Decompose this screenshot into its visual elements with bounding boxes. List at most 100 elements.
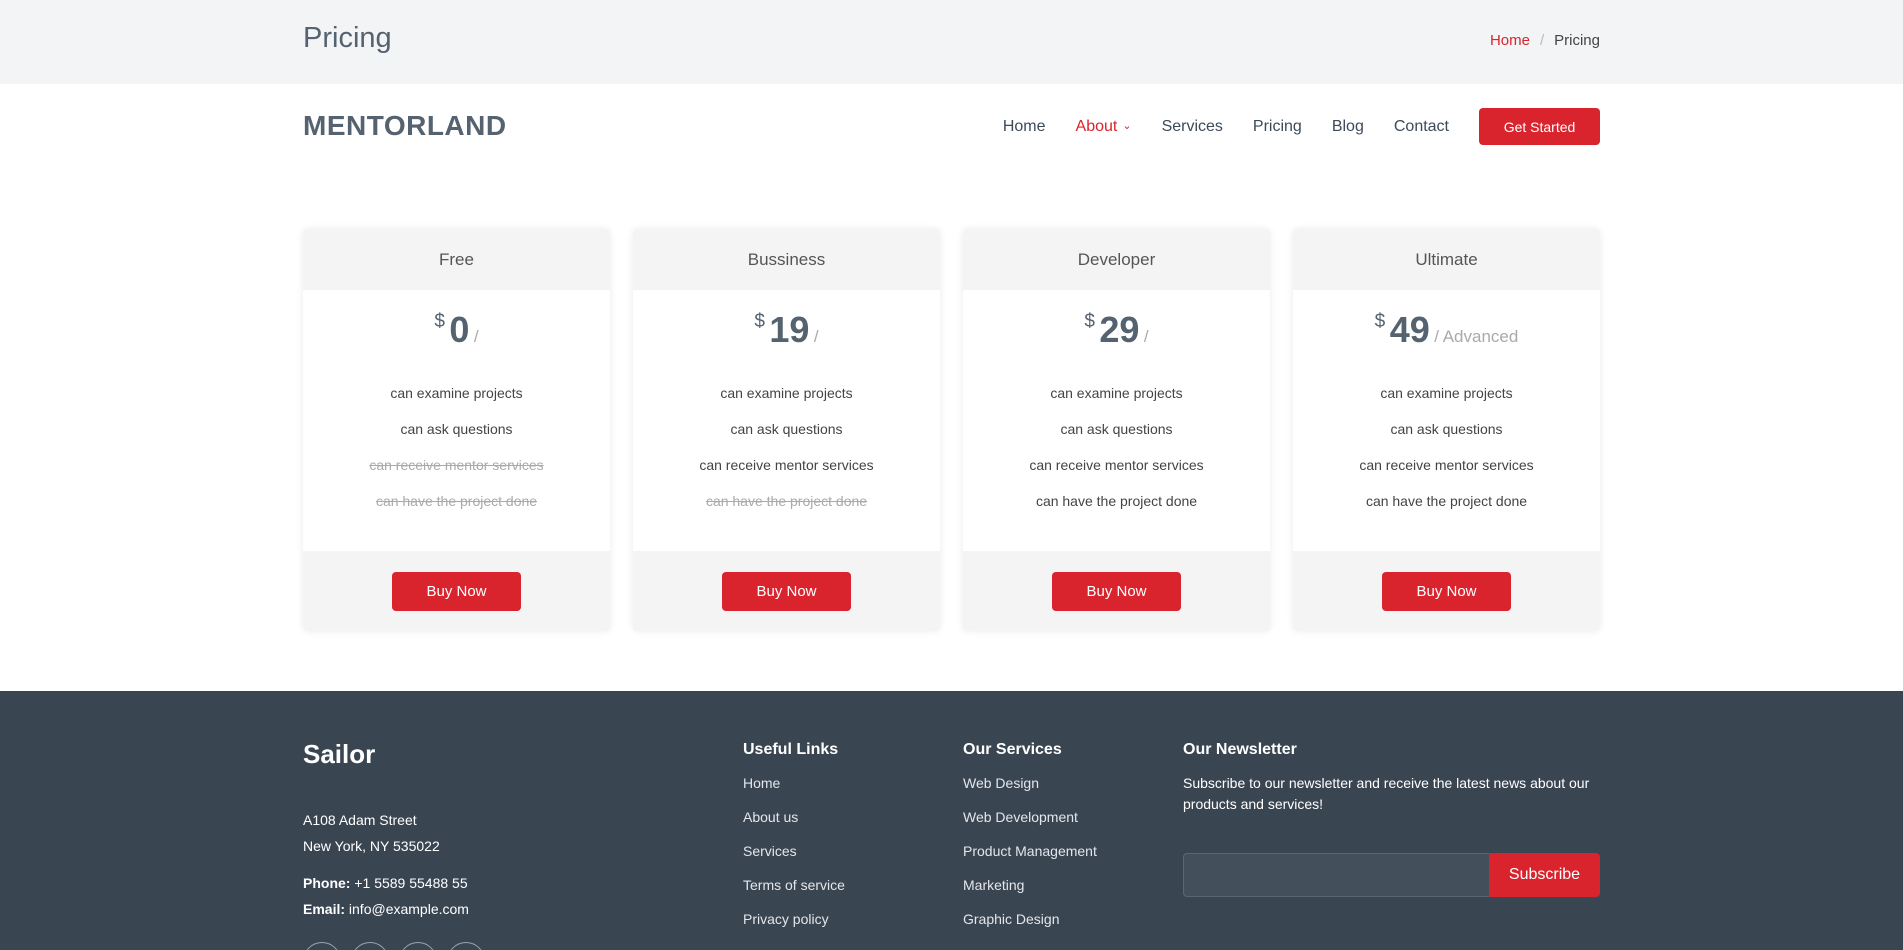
footer-contact: Phone: +1 5589 55488 55 Email: info@exam… (303, 870, 469, 922)
plan-name: Bussiness (633, 229, 940, 290)
footer-link[interactable]: Services (743, 841, 845, 875)
feature-item-unavailable: can receive mentor services (369, 457, 544, 473)
useful-links: Useful Links Home About us Services Term… (743, 741, 845, 943)
feature-list: can examine projects can ask questions c… (303, 375, 610, 519)
newsletter-text: Subscribe to our newsletter and receive … (1183, 775, 1590, 812)
price-currency: $ (1374, 311, 1386, 332)
price-currency: $ (1084, 311, 1095, 332)
plan-name: Free (303, 229, 610, 290)
price-currency: $ (434, 311, 445, 332)
footer-link[interactable]: Privacy policy (743, 909, 845, 943)
footer-link[interactable]: Terms of service (743, 875, 845, 909)
newsletter-email-input[interactable] (1183, 853, 1489, 897)
address-line: A108 Adam Street (303, 812, 417, 828)
nav-about[interactable]: About ⌄ (1076, 118, 1132, 136)
useful-links-list: Home About us Services Terms of service … (743, 773, 845, 943)
address-line: New York, NY 535022 (303, 838, 440, 854)
nav-home[interactable]: Home (1003, 118, 1046, 136)
feature-list: can examine projects can ask questions c… (1293, 375, 1600, 519)
card-footer: Buy Now (1293, 551, 1600, 631)
price-period: / (813, 327, 819, 346)
nav-pricing[interactable]: Pricing (1253, 118, 1302, 136)
nav-services[interactable]: Services (1162, 118, 1223, 136)
price-period: / (473, 327, 479, 346)
plan-price: $ 0 / (303, 309, 610, 351)
services-list: Web Design Web Development Product Manag… (963, 773, 1097, 943)
footer-link[interactable]: About us (743, 807, 845, 841)
price-amount: 0 (449, 309, 470, 350)
linkedin-icon[interactable]: in (447, 942, 485, 950)
our-services: Our Services Web Design Web Development … (963, 741, 1097, 943)
feature-item-unavailable: can have the project done (375, 493, 538, 509)
feature-item: can examine projects (1050, 385, 1183, 401)
pricing-card-free: Free $ 0 / can examine projects can ask … (303, 229, 610, 631)
subscribe-button[interactable]: Subscribe (1489, 853, 1600, 897)
feature-item: can examine projects (390, 385, 523, 401)
service-link[interactable]: Web Development (963, 807, 1097, 841)
pricing-card-ultimate: Ultimate $ 49 / Advanced can examine pro… (1293, 229, 1600, 631)
card-footer: Buy Now (633, 551, 940, 631)
phone-row: Phone: +1 5589 55488 55 (303, 870, 469, 896)
page-title: Pricing (303, 22, 392, 54)
breadcrumb-current: Pricing (1554, 32, 1600, 49)
buy-now-button[interactable]: Buy Now (722, 571, 851, 611)
service-link[interactable]: Product Management (963, 841, 1097, 875)
feature-item: can ask questions (730, 421, 843, 437)
service-link[interactable]: Graphic Design (963, 909, 1097, 943)
site-footer: Sailor A108 Adam Street New York, NY 535… (0, 691, 1903, 950)
breadcrumb-separator: / (1539, 32, 1545, 49)
social-links: t f ◯ in (303, 942, 485, 950)
nav-contact[interactable]: Contact (1394, 118, 1449, 136)
email-label: Email: (303, 901, 346, 917)
feature-item: can receive mentor services (1359, 457, 1534, 473)
phone-value: +1 5589 55488 55 (354, 875, 468, 891)
chevron-down-icon: ⌄ (1122, 120, 1132, 132)
plan-price: $ 49 / Advanced (1293, 309, 1600, 351)
feature-item-unavailable: can have the project done (705, 493, 868, 509)
footer-link[interactable]: Home (743, 773, 845, 807)
newsletter-title: Our Newsletter (1183, 741, 1297, 758)
feature-item: can receive mentor services (699, 457, 874, 473)
useful-links-title: Useful Links (743, 741, 839, 758)
get-started-button[interactable]: Get Started (1479, 108, 1600, 145)
newsletter: Our Newsletter Subscribe to our newslett… (1183, 741, 1600, 897)
feature-item: can ask questions (400, 421, 513, 437)
site-header: MENTORLAND Home About ⌄ Services Pricing… (0, 84, 1903, 168)
breadcrumb: Home / Pricing (1490, 32, 1600, 49)
breadcrumb-bar: Pricing Home / Pricing (0, 0, 1903, 84)
card-footer: Buy Now (303, 551, 610, 631)
pricing-section: Free $ 0 / can examine projects can ask … (303, 229, 1600, 631)
price-currency: $ (754, 311, 765, 332)
pricing-card-developer: Developer $ 29 / can examine projects ca… (963, 229, 1270, 631)
email-row: Email: info@example.com (303, 896, 469, 922)
feature-item: can receive mentor services (1029, 457, 1204, 473)
price-amount: 19 (769, 309, 810, 350)
plan-price: $ 29 / (963, 309, 1270, 351)
feature-list: can examine projects can ask questions c… (633, 375, 940, 519)
pricing-card-business: Bussiness $ 19 / can examine projects ca… (633, 229, 940, 631)
breadcrumb-home-link[interactable]: Home (1490, 32, 1530, 49)
footer-brand: Sailor (303, 739, 376, 769)
newsletter-form: Subscribe (1183, 853, 1600, 897)
twitter-icon[interactable]: t (303, 942, 341, 950)
nav-blog[interactable]: Blog (1332, 118, 1364, 136)
feature-item: can examine projects (1380, 385, 1513, 401)
service-link[interactable]: Marketing (963, 875, 1097, 909)
nav-about-label: About (1075, 117, 1118, 135)
buy-now-button[interactable]: Buy Now (392, 571, 521, 611)
buy-now-button[interactable]: Buy Now (1382, 571, 1511, 611)
email-value[interactable]: info@example.com (349, 901, 469, 917)
service-link[interactable]: Web Design (963, 773, 1097, 807)
buy-now-button[interactable]: Buy Now (1052, 571, 1181, 611)
price-period: / (1143, 327, 1149, 346)
price-amount: 49 (1389, 309, 1430, 350)
feature-item: can ask questions (1060, 421, 1173, 437)
instagram-icon[interactable]: ◯ (399, 942, 437, 950)
footer-address: A108 Adam Street New York, NY 535022 (303, 807, 440, 859)
plan-price: $ 19 / (633, 309, 940, 351)
phone-label: Phone: (303, 875, 351, 891)
feature-list: can examine projects can ask questions c… (963, 375, 1270, 519)
site-logo[interactable]: MENTORLAND (303, 110, 507, 142)
facebook-icon[interactable]: f (351, 942, 389, 950)
plan-name: Ultimate (1293, 229, 1600, 290)
